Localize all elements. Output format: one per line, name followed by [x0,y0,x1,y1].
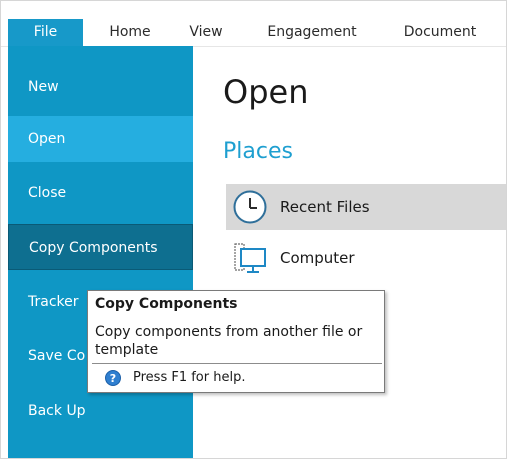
place-recent-files[interactable]: Recent Files [226,184,506,230]
backstage-nav: New Open Close Copy Components Tracker S… [8,46,193,458]
tab-file[interactable]: File [8,19,83,46]
place-label: Recent Files [280,198,370,216]
tooltip: Copy Components Copy components from ano… [87,290,385,393]
tooltip-title: Copy Components [95,296,238,312]
nav-item-open[interactable]: Open [8,116,193,162]
tooltip-body: Copy components from another file or tem… [95,324,363,358]
computer-icon [232,240,268,276]
clock-icon [232,189,268,225]
tooltip-help-text: Press F1 for help. [133,370,246,385]
ribbon-tab-bar: File Home View Engagement Document [1,1,506,47]
nav-item-copy-components[interactable]: Copy Components [8,224,193,270]
nav-item-new[interactable]: New [8,64,193,110]
tooltip-divider [92,363,382,364]
tab-engagement[interactable]: Engagement [257,19,367,46]
svg-text:?: ? [110,372,116,385]
page-title: Open [223,73,309,111]
nav-item-close[interactable]: Close [8,170,193,216]
tab-home[interactable]: Home [98,19,162,46]
app-window: File Home View Engagement Document New O… [0,0,507,459]
place-computer[interactable]: Computer [226,235,506,281]
question-icon: ? [105,370,121,386]
tab-document[interactable]: Document [391,19,489,46]
nav-item-back-up[interactable]: Back Up [8,388,193,434]
tab-view[interactable]: View [182,19,230,46]
places-heading: Places [223,139,293,164]
place-label: Computer [280,249,355,267]
